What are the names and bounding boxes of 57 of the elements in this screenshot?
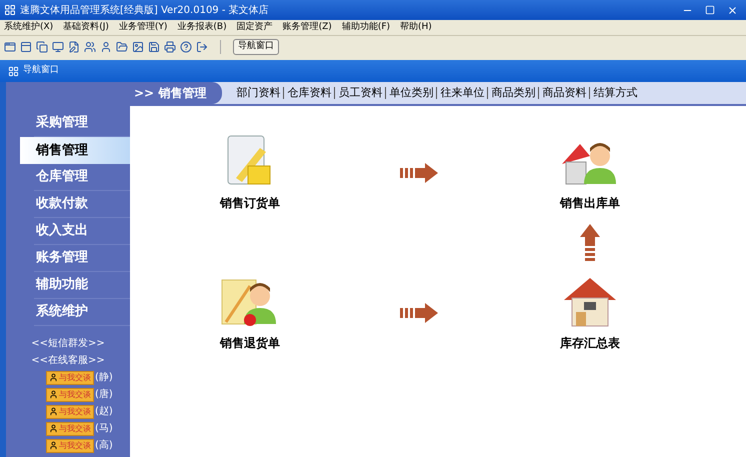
section-link[interactable]: 部门资料 xyxy=(236,84,280,102)
menu-item[interactable]: 固定资产 xyxy=(236,20,273,34)
app-icon xyxy=(4,4,16,16)
users-icon[interactable] xyxy=(84,41,96,53)
section-link[interactable]: 仓库资料 xyxy=(287,84,332,102)
panel-icon[interactable] xyxy=(20,41,32,53)
sidebar-item[interactable]: 销售管理 xyxy=(20,137,130,164)
menu-item[interactable]: 辅助功能(F) xyxy=(342,20,390,34)
user-icon[interactable] xyxy=(100,41,112,53)
sidebar-link[interactable]: <<短信群发>> xyxy=(31,336,105,351)
window-title: 速腾文体用品管理系统[经典版] Ver20.0109 - 某文体店 xyxy=(20,4,270,18)
agent-name: (高) xyxy=(95,438,113,453)
arrow-icon xyxy=(400,163,440,183)
person-icon xyxy=(49,373,58,382)
flow-node-label[interactable]: 库存汇总表 xyxy=(560,334,620,352)
flow-node-label[interactable]: 销售出库单 xyxy=(560,194,620,212)
menu-item[interactable]: 业务管理(Y) xyxy=(118,20,168,34)
exit-icon[interactable] xyxy=(196,41,208,53)
printer-icon[interactable] xyxy=(164,41,176,53)
agent-name: (静) xyxy=(95,371,113,385)
arrow-icon xyxy=(580,223,600,263)
window-icon[interactable] xyxy=(4,41,16,53)
person-icon xyxy=(49,407,58,416)
person-icon xyxy=(49,424,58,433)
section-link[interactable]: 员工资料 xyxy=(338,84,382,102)
agent-name: (赵) xyxy=(95,404,113,419)
flow-node-label[interactable]: 销售退货单 xyxy=(220,334,280,352)
section-link[interactable]: 商品类别 xyxy=(491,84,536,102)
copy-icon[interactable] xyxy=(36,41,48,53)
arrow-icon xyxy=(400,303,440,323)
nav-window-button[interactable]: 导航窗口 xyxy=(233,39,279,55)
section-link[interactable]: 结算方式 xyxy=(593,84,638,102)
save-icon[interactable] xyxy=(148,41,160,53)
section-title: >> 销售管理 xyxy=(130,82,222,104)
image-icon[interactable] xyxy=(132,41,144,53)
menu-item[interactable]: 账务管理(Z) xyxy=(282,20,332,34)
section-link[interactable]: 单位类别 xyxy=(389,84,434,102)
window-icon xyxy=(8,66,19,76)
folder-icon[interactable] xyxy=(116,41,128,53)
section-link[interactable]: 往来单位 xyxy=(440,84,484,102)
menu-item[interactable]: 业务报表(B) xyxy=(177,20,227,34)
menu-item[interactable]: 系统维护(X) xyxy=(4,20,54,34)
edit-document-icon[interactable] xyxy=(68,41,80,53)
nav-window-title: 导航窗口 xyxy=(23,64,59,78)
close-button[interactable] xyxy=(727,4,738,16)
person-icon xyxy=(49,390,58,399)
person-icon xyxy=(49,441,58,450)
help-icon[interactable] xyxy=(180,41,192,53)
maximize-button[interactable] xyxy=(705,5,715,15)
monitor-icon[interactable] xyxy=(52,41,64,53)
section-link[interactable]: 商品资料 xyxy=(542,84,586,102)
sidebar-link[interactable]: <<在线客服>> xyxy=(31,353,105,368)
agent-name: (唐) xyxy=(95,388,113,402)
menu-item[interactable]: 基础资料(J) xyxy=(63,20,109,34)
flow-node-label[interactable]: 销售订货单 xyxy=(220,194,280,212)
agent-name: (马) xyxy=(95,422,113,436)
menu-item[interactable]: 帮助(H) xyxy=(400,20,432,34)
